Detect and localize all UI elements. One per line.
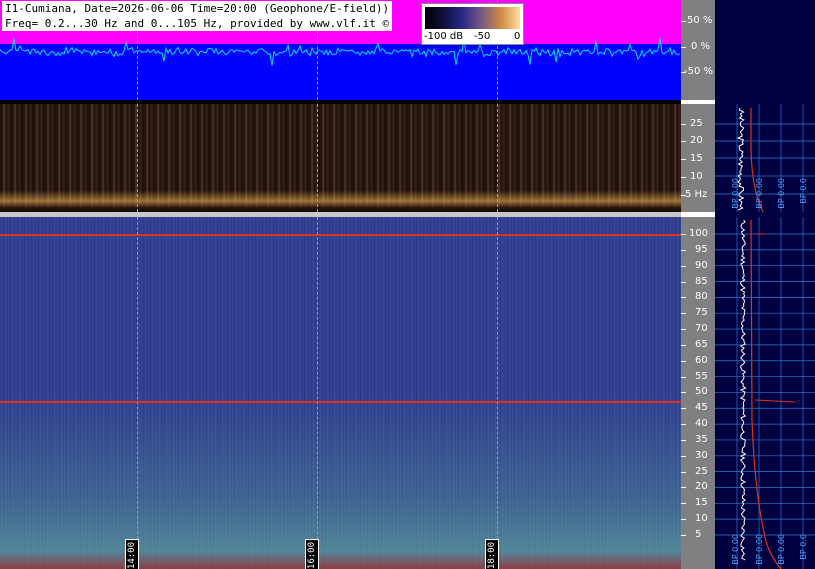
- scale-label: 45: [695, 402, 708, 413]
- scale-label: 70: [695, 323, 708, 334]
- scale-tick: [681, 535, 686, 536]
- scale-tick: [681, 503, 686, 504]
- bp-label: BP 0.00: [777, 534, 786, 565]
- bp-label: BP 0.0: [799, 178, 808, 204]
- bp-label: BP 0.00: [755, 534, 764, 565]
- scale-tick: [681, 141, 686, 142]
- bp-label: BP 0.00: [777, 178, 786, 209]
- scale-tick: [681, 21, 686, 22]
- scale-label: 50 %: [687, 15, 713, 26]
- colorbar-label-max: 0: [514, 31, 521, 42]
- colorbar-gradient: [425, 7, 520, 29]
- reference-line-100hz: [0, 234, 681, 236]
- title-line-1: I1-Cumiana, Date=2026-06-06 Time=20:00 (…: [5, 2, 390, 15]
- colorbar-legend: -100 dB -50 0: [421, 3, 524, 45]
- bp-label: BP 0.00: [755, 178, 764, 209]
- scale-label: 25: [695, 466, 708, 477]
- main-freq-scale: 100 95 90 85 80 75 70 65 60 55 50 45 40 35 30 25 20 15 10 5: [681, 217, 715, 569]
- time-label-14: 14:00: [125, 539, 139, 569]
- scale-tick: [681, 159, 686, 160]
- scale-label: 90: [695, 260, 708, 271]
- spectrum-profile: [715, 104, 815, 569]
- scale-tick: [681, 124, 686, 125]
- scale-tick: [681, 234, 686, 235]
- scale-label: 100: [689, 228, 709, 239]
- time-marker-line: [497, 104, 498, 212]
- scale-tick: [681, 377, 686, 378]
- colorbar-label-min: -100 dB: [424, 31, 464, 42]
- vlf-spectrogram-page: I1-Cumiana, Date=2026-06-06 Time=20:00 (…: [0, 0, 815, 569]
- scale-label: 95: [695, 244, 708, 255]
- time-marker-line: [317, 104, 318, 212]
- scale-label: 55: [695, 371, 708, 382]
- scale-label: 30: [695, 450, 708, 461]
- time-marker-line: [497, 217, 498, 569]
- waveform-scale: 50 % 0 % -50 %: [681, 0, 715, 100]
- scale-label: 25: [690, 118, 703, 129]
- scale-tick: [681, 297, 686, 298]
- scale-label: 50: [695, 386, 708, 397]
- scale-label: 5 Hz: [685, 189, 708, 200]
- scale-tick: [681, 440, 686, 441]
- colorbar-label-mid: -50: [474, 31, 491, 42]
- time-label-18: 18:00: [485, 539, 499, 569]
- scale-label: 0 %: [691, 41, 711, 52]
- fit-curve: [750, 219, 782, 569]
- grid-line: [754, 399, 796, 403]
- scale-label: 20: [695, 481, 708, 492]
- spectrogram-main: 14:00 16:00 18:00: [0, 217, 681, 569]
- scale-tick: [681, 487, 686, 488]
- scale-tick: [681, 424, 686, 425]
- scale-tick: [681, 313, 686, 314]
- scale-tick: [681, 361, 686, 362]
- bp-label: BP 0.0: [799, 534, 808, 560]
- time-marker-line: [137, 104, 138, 212]
- scale-label: 10: [695, 513, 708, 524]
- scale-tick: [681, 47, 686, 48]
- scale-tick: [681, 282, 686, 283]
- scale-tick: [681, 177, 686, 178]
- scale-label: 15: [695, 497, 708, 508]
- scale-tick: [681, 345, 686, 346]
- spectrum-trace: [739, 219, 747, 561]
- scale-label: -50 %: [684, 66, 714, 77]
- reference-line-50hz: [0, 401, 681, 403]
- scale-label: 15: [690, 153, 703, 164]
- bp-label: BP 0.00: [731, 178, 740, 209]
- scale-tick: [681, 250, 686, 251]
- scale-tick: [681, 408, 686, 409]
- scale-tick: [681, 266, 686, 267]
- scale-label: 85: [695, 276, 708, 287]
- time-marker-line: [137, 217, 138, 569]
- scale-label: 5: [695, 529, 702, 540]
- scale-label: 75: [695, 307, 708, 318]
- scale-label: 60: [695, 355, 708, 366]
- scale-tick: [681, 392, 686, 393]
- spectrogram-low-freq: [0, 104, 681, 212]
- time-marker-line: [317, 217, 318, 569]
- scale-tick: [681, 519, 686, 520]
- time-label-16: 16:00: [305, 539, 319, 569]
- title-line-2: Freq= 0.2...30 Hz and 0...105 Hz, provid…: [5, 17, 390, 30]
- scale-label: 20: [690, 135, 703, 146]
- scale-label: 80: [695, 291, 708, 302]
- scale-tick: [681, 329, 686, 330]
- scale-tick: [681, 472, 686, 473]
- scale-tick: [681, 456, 686, 457]
- scale-label: 40: [695, 418, 708, 429]
- title-box: I1-Cumiana, Date=2026-06-06 Time=20:00 (…: [2, 1, 393, 31]
- low-freq-scale: 25 20 15 10 5 Hz: [681, 104, 715, 212]
- bp-label: BP 0.00: [731, 534, 740, 565]
- spectrum-side-panel: BP 0.00 BP 0.00 BP 0.00 BP 0.0 BP 0.00 B…: [715, 0, 815, 569]
- scale-label: 10: [690, 171, 703, 182]
- scale-label: 35: [695, 434, 708, 445]
- scale-label: 65: [695, 339, 708, 350]
